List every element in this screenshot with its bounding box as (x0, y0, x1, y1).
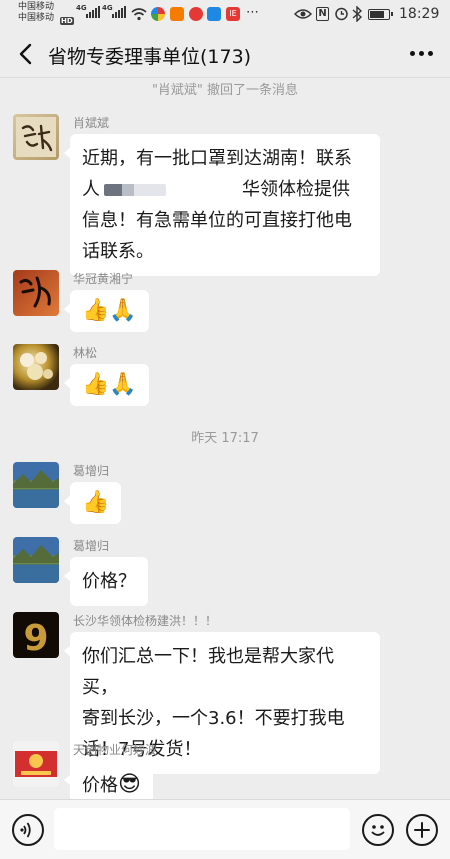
message-bubble[interactable]: 价格😎 (64, 761, 153, 799)
message-bubble[interactable]: 👍🙏 (64, 364, 149, 406)
calligraphy-avatar-icon (19, 276, 51, 308)
svg-text:9: 9 (23, 618, 48, 658)
avatar[interactable] (13, 114, 59, 160)
voice-button[interactable] (12, 814, 44, 846)
message-item: 林松 👍🙏 (13, 344, 433, 414)
message-bubble[interactable]: 👍🙏 (64, 290, 149, 332)
avatar[interactable] (13, 462, 59, 508)
sender-name: 葛增归 (73, 464, 110, 478)
message-text-line: 华领体检提供 (242, 179, 350, 200)
chevron-left-icon (19, 43, 32, 65)
carrier-labels: 中国移动 中国移动 (18, 2, 54, 24)
message-item: 9 长沙华领体检杨建洪！！！ 你们汇总一下！我也是帮大家代买， 寄到长沙，一个3… (13, 612, 433, 774)
message-bubble[interactable]: 近期，有一批口罩到达湖南！联系 人华领体检提供 信息！有急需单位的可直接打他电 … (64, 134, 380, 276)
more-options-button[interactable] (406, 38, 436, 68)
redacted-block (104, 184, 166, 196)
hd-badge: HD (60, 17, 74, 25)
chat-header: 省物专委理事单位(173) (0, 30, 450, 78)
carrier-1: 中国移动 (18, 2, 55, 12)
number-nine-avatar-icon: 9 (23, 618, 48, 658)
clock: 18:29 (399, 6, 440, 22)
message-text: 近期，有一批口罩到达湖南！联系 (82, 143, 368, 174)
nfc-icon: N (316, 7, 329, 21)
avatar[interactable] (13, 270, 59, 316)
sender-name: 肖斌斌 (73, 116, 110, 130)
app-notification-icon (151, 7, 165, 21)
more-notifications-icon: ⋯ (246, 5, 259, 20)
sender-name: 葛增归 (73, 539, 110, 553)
app-notification-icon (207, 7, 221, 21)
message-text: 价格 (82, 775, 118, 796)
message-input[interactable] (54, 808, 350, 850)
message-bubble[interactable]: 👍 (63, 482, 122, 524)
message-item: 肖斌斌 近期，有一批口罩到达湖南！联系 人 华领体检提供 信息！有急需单位的可直接… (13, 114, 433, 276)
party-emblem-avatar-icon (15, 751, 57, 777)
plus-icon (414, 822, 430, 838)
more-dots-icon (409, 50, 415, 56)
message-item: 天创物业何妙波 价格😎 (13, 741, 433, 799)
signal-icon (86, 6, 100, 18)
calligraphy-avatar-icon (16, 117, 56, 157)
avatar[interactable] (13, 741, 59, 787)
app-notification-icon (189, 7, 203, 21)
more-dots-icon (427, 50, 433, 56)
message-text: 你们汇总一下！我也是帮大家代买， (82, 646, 334, 698)
message-text-line: 近期，有一批口罩到达湖南！联系 (82, 148, 352, 169)
more-functions-button[interactable] (406, 814, 438, 846)
message-text: 寄到长沙，一个3.6！不要打我电 (82, 708, 345, 729)
message-item: 葛增归 👍 (13, 462, 433, 532)
back-button[interactable] (14, 40, 40, 68)
message-item: 葛增归 价格？ (13, 537, 433, 607)
flowers-avatar-icon (20, 352, 53, 380)
message-text-line: 人 (82, 179, 100, 200)
battery-level (370, 11, 384, 18)
wifi-icon (131, 8, 147, 21)
chat-messages[interactable]: "肖斌斌" 撤回了一条消息 肖斌斌 近期，有一批口罩到达湖南！联系 人 华领体检提… (0, 78, 450, 799)
landscape-avatar-icon (13, 470, 59, 508)
message-text: 信息！有急需单位的可直接打他电 (82, 210, 352, 231)
avatar[interactable] (13, 537, 59, 583)
sender-name: 长沙华领体检杨建洪！！！ (73, 614, 218, 628)
time-divider: 昨天 17:17 (191, 431, 259, 446)
recall-notice: "肖斌斌" 撤回了一条消息 (151, 83, 299, 98)
sender-name: 华冠黄湘宁 (73, 272, 134, 286)
app-notification-icon (170, 7, 184, 21)
more-dots-icon (418, 50, 424, 56)
eye-icon (294, 9, 312, 19)
message-item: 华冠黄湘宁 👍🙏 (13, 270, 433, 340)
bluetooth-icon (352, 6, 362, 22)
avatar[interactable] (13, 344, 59, 390)
status-bar: 中国移动 中国移动 4G 4G HD IE ⋯ N 18:29 (0, 0, 450, 30)
message-text: 话联系。 (82, 241, 154, 262)
sender-name: 林松 (73, 346, 98, 360)
battery-icon (368, 9, 393, 20)
voice-icon (20, 822, 31, 838)
carrier-2: 中国移动 (18, 13, 55, 23)
avatar[interactable]: 9 (13, 612, 59, 658)
app-notification-icon: IE (226, 7, 240, 21)
sender-name: 天创物业何妙波 (73, 743, 158, 757)
sunglasses-emoji: 😎 (118, 772, 141, 797)
chat-title: 省物专委理事单位(173) (48, 46, 252, 68)
alarm-icon (335, 7, 348, 21)
landscape-avatar-icon (13, 545, 59, 583)
input-bar (0, 799, 450, 859)
emoji-button[interactable] (362, 814, 394, 846)
signal-icon (112, 6, 126, 18)
message-text: 人 华领体检提供 (82, 174, 368, 205)
message-bubble[interactable]: 价格？ (64, 557, 148, 606)
emoji-icon (371, 825, 385, 836)
